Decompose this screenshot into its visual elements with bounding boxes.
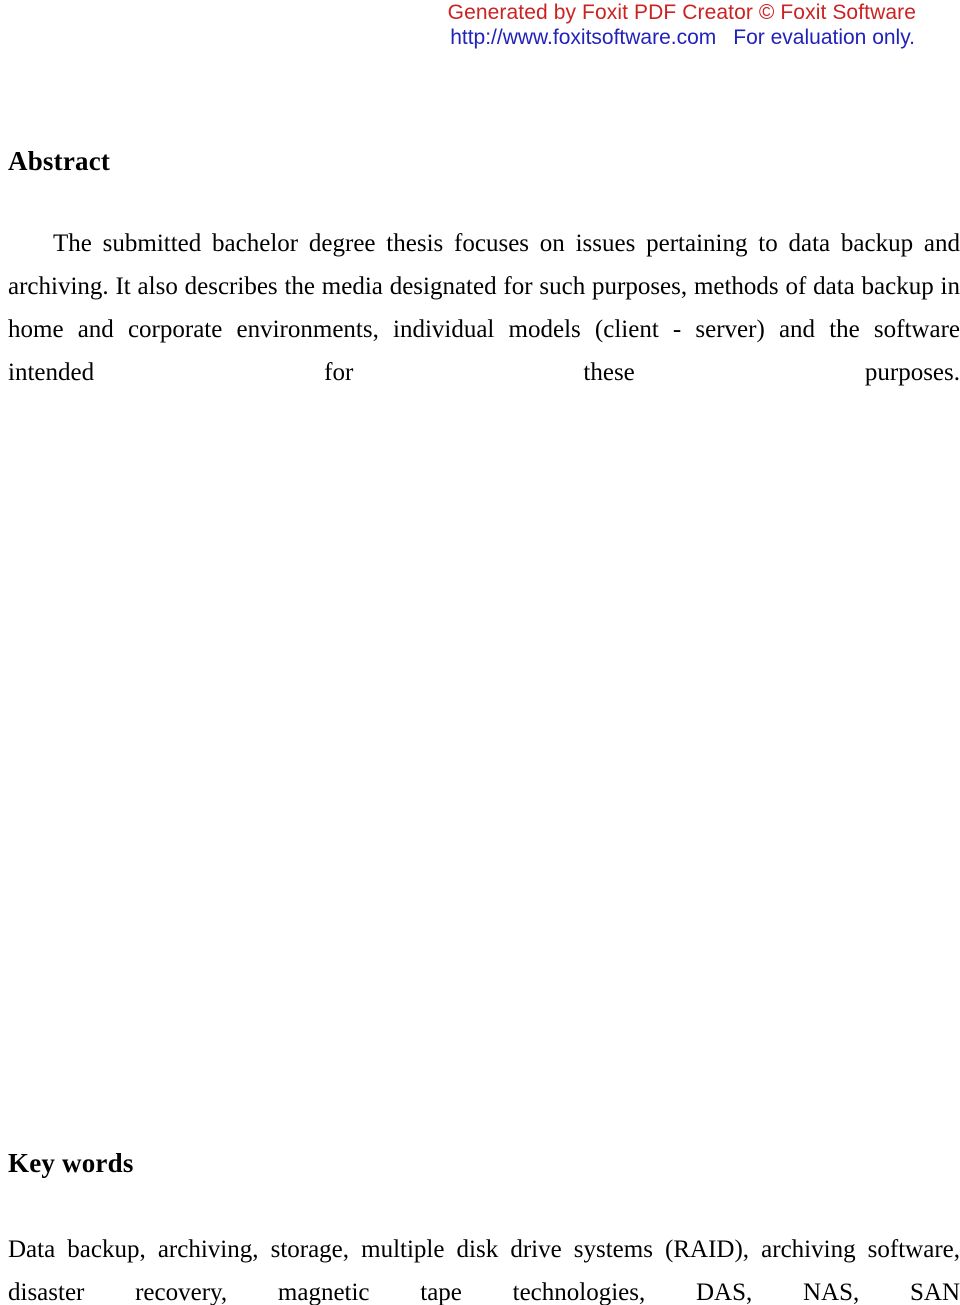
document-page: Generated by Foxit PDF Creator © Foxit S… [0, 0, 960, 1305]
watermark-url-link[interactable]: http://www.foxitsoftware.com [450, 26, 716, 49]
watermark-evaluation-notice: For evaluation only. [733, 26, 915, 49]
keywords-heading: Key words [8, 1148, 134, 1179]
keywords-paragraph: Data backup, archiving, storage, multipl… [8, 1236, 960, 1305]
abstract-heading: Abstract [8, 146, 111, 177]
abstract-paragraph: The submitted bachelor degree thesis foc… [8, 230, 960, 386]
watermark-footer-line: http://www.foxitsoftware.com For evaluati… [0, 25, 916, 50]
watermark-generated-by-line: Generated by Foxit PDF Creator © Foxit S… [447, 1, 916, 24]
foxit-watermark-banner: Generated by Foxit PDF Creator © Foxit S… [0, 0, 960, 56]
